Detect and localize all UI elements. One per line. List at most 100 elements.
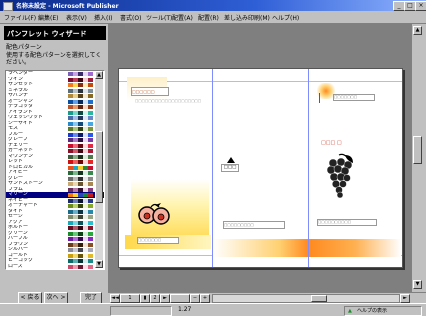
color-swatch bbox=[88, 220, 93, 225]
first-page-button[interactable]: ◄◄ bbox=[110, 294, 120, 303]
menu-edit[interactable]: 編集(E) bbox=[38, 13, 58, 22]
color-scheme-list[interactable]: ラベンダー ワイン サンセット ミネラル サバンナ オーシャン テラコッタ アイランド ウェッジ… bbox=[5, 70, 105, 270]
fold-guide-left bbox=[212, 69, 213, 267]
title-bar: 名称未設定 - Microsoft Publisher _ □ × bbox=[0, 0, 426, 11]
middle-panel-gradient bbox=[213, 239, 308, 257]
color-swatch bbox=[88, 88, 93, 93]
color-swatch bbox=[88, 209, 93, 214]
app-icon[interactable] bbox=[3, 2, 13, 11]
page-label[interactable]: 1 bbox=[120, 294, 140, 303]
color-swatch bbox=[88, 253, 93, 258]
vertical-scrollbar[interactable]: ▲ ▼ bbox=[411, 24, 423, 292]
zoom-box[interactable] bbox=[170, 294, 190, 303]
left-panel-text[interactable]: □□□□□□□□□□□□□□□□□□□□□□□□□□□□□□□□□□□□□□□□… bbox=[135, 99, 201, 127]
color-swatch bbox=[88, 72, 93, 76]
help-label: ヘルプの表示 bbox=[357, 308, 388, 314]
color-scheme-name: ローズ bbox=[8, 263, 23, 269]
color-swatch bbox=[88, 171, 93, 175]
color-swatch bbox=[88, 259, 93, 263]
color-swatch bbox=[88, 193, 93, 197]
left-panel-footer-text[interactable]: □□□□□□□ bbox=[137, 237, 179, 244]
status-coords: 1.27 bbox=[178, 306, 192, 313]
color-swatch bbox=[88, 127, 93, 131]
color-swatch bbox=[88, 231, 93, 236]
wizard-header: パンフレット ウィザード bbox=[4, 26, 106, 40]
right-panel-title[interactable]: □□□ □ bbox=[321, 139, 347, 147]
color-scheme-item[interactable]: ローズ bbox=[6, 264, 104, 270]
color-swatch bbox=[88, 143, 93, 148]
list-scrollbar[interactable]: ▲ ▼ bbox=[95, 71, 103, 268]
wizard-description: 使用する配色パターンを選択してください。 bbox=[6, 52, 102, 66]
next-page-button[interactable]: ► bbox=[160, 294, 170, 303]
menu-insert[interactable]: 挿入(I) bbox=[94, 13, 112, 22]
status-bar: 1.27 ▲ ヘルプの表示 bbox=[0, 303, 426, 316]
menu-view[interactable]: 表示(V) bbox=[66, 13, 87, 22]
menu-tools[interactable]: ツール(T) bbox=[146, 13, 172, 22]
right-panel-header-box[interactable]: □□□□□□□ bbox=[333, 94, 375, 101]
color-swatch bbox=[88, 83, 93, 87]
middle-panel-box[interactable]: □□□□□□□□□ bbox=[223, 221, 285, 229]
zoom-out-button[interactable]: − bbox=[190, 294, 200, 303]
color-scheme-rows: ラベンダー ワイン サンセット ミネラル サバンナ オーシャン テラコッタ アイランド ウェッジ… bbox=[6, 71, 104, 269]
horizontal-scrollbar[interactable] bbox=[212, 294, 400, 303]
menu-format[interactable]: 書式(O) bbox=[120, 13, 141, 22]
color-swatch bbox=[88, 242, 93, 247]
color-swatch bbox=[88, 94, 93, 98]
right-panel-caption[interactable]: □□□□□□□□□□ bbox=[317, 219, 377, 226]
menu-bar: ファイル(F) 編集(E) 表示(V) 挿入(I) 書式(O) ツール(T) 配… bbox=[0, 11, 426, 24]
page-2-button[interactable]: 2 bbox=[150, 294, 160, 303]
left-panel-heading[interactable]: □□□□□□ bbox=[131, 87, 169, 96]
menu-help[interactable]: ヘルプ(H) bbox=[272, 13, 299, 22]
wizard-step-label: 配色パターン bbox=[6, 44, 42, 51]
color-swatch bbox=[88, 264, 93, 269]
color-swatch bbox=[88, 77, 93, 82]
triangle-icon bbox=[227, 157, 235, 163]
color-swatch bbox=[88, 187, 93, 192]
right-panel-gradient bbox=[309, 239, 401, 257]
scroll-up-button[interactable]: ▲ bbox=[95, 71, 103, 79]
color-swatch bbox=[88, 160, 93, 164]
menu-layout[interactable]: 配置(R) bbox=[198, 13, 219, 22]
vscroll-thumb[interactable] bbox=[413, 136, 422, 164]
color-swatch bbox=[88, 248, 93, 252]
window-title: 名称未設定 - Microsoft Publisher bbox=[16, 3, 119, 10]
menu-file[interactable]: ファイル(F) bbox=[4, 13, 36, 22]
color-swatch bbox=[88, 154, 93, 159]
fold-guide-right bbox=[308, 69, 309, 267]
wizard-title: パンフレット ウィザード bbox=[7, 30, 87, 38]
fruit-illustration[interactable] bbox=[137, 201, 173, 227]
color-swatch bbox=[88, 121, 93, 126]
color-swatch bbox=[88, 165, 93, 170]
page-1-button[interactable]: ▮ bbox=[140, 294, 150, 303]
color-swatch bbox=[88, 198, 93, 203]
color-swatch bbox=[88, 204, 93, 208]
help-icon: ▲ bbox=[348, 308, 352, 314]
page-navigation-bar: ◄◄ 1 ▮ 2 ► − + ► bbox=[108, 292, 426, 303]
color-swatch bbox=[88, 149, 93, 153]
color-swatch bbox=[88, 182, 93, 186]
color-swatch bbox=[88, 110, 93, 115]
color-swatch bbox=[88, 226, 93, 230]
menu-arrange[interactable]: 配置(A) bbox=[172, 13, 193, 22]
color-swatch bbox=[88, 99, 93, 104]
color-swatch bbox=[88, 176, 93, 181]
hscroll-right-button[interactable]: ► bbox=[400, 294, 410, 303]
color-swatch bbox=[88, 237, 93, 241]
menu-mail-merge[interactable]: 差し込み印刷(M) bbox=[224, 13, 270, 22]
middle-panel-label[interactable]: □□□ bbox=[221, 164, 239, 172]
vscroll-up-button[interactable]: ▲ bbox=[413, 26, 422, 35]
scroll-thumb[interactable] bbox=[95, 131, 103, 203]
right-panel-rule bbox=[319, 93, 320, 103]
color-swatch bbox=[88, 132, 93, 137]
vscroll-down-button[interactable]: ▼ bbox=[413, 280, 422, 289]
close-button[interactable]: × bbox=[415, 1, 426, 11]
color-swatch bbox=[88, 105, 93, 109]
grapes-illustration[interactable] bbox=[325, 153, 355, 199]
brochure-page[interactable]: □□□□□□ □□□□□□□□□□□□□□□□□□□□ □□□□□□□ □□□ □□□… bbox=[118, 68, 403, 268]
color-swatch bbox=[88, 116, 93, 120]
zoom-in-button[interactable]: + bbox=[200, 294, 210, 303]
hscroll-thumb[interactable] bbox=[311, 295, 327, 302]
color-swatch bbox=[88, 215, 93, 219]
color-swatch bbox=[88, 138, 93, 142]
scroll-down-button[interactable]: ▼ bbox=[95, 260, 103, 268]
